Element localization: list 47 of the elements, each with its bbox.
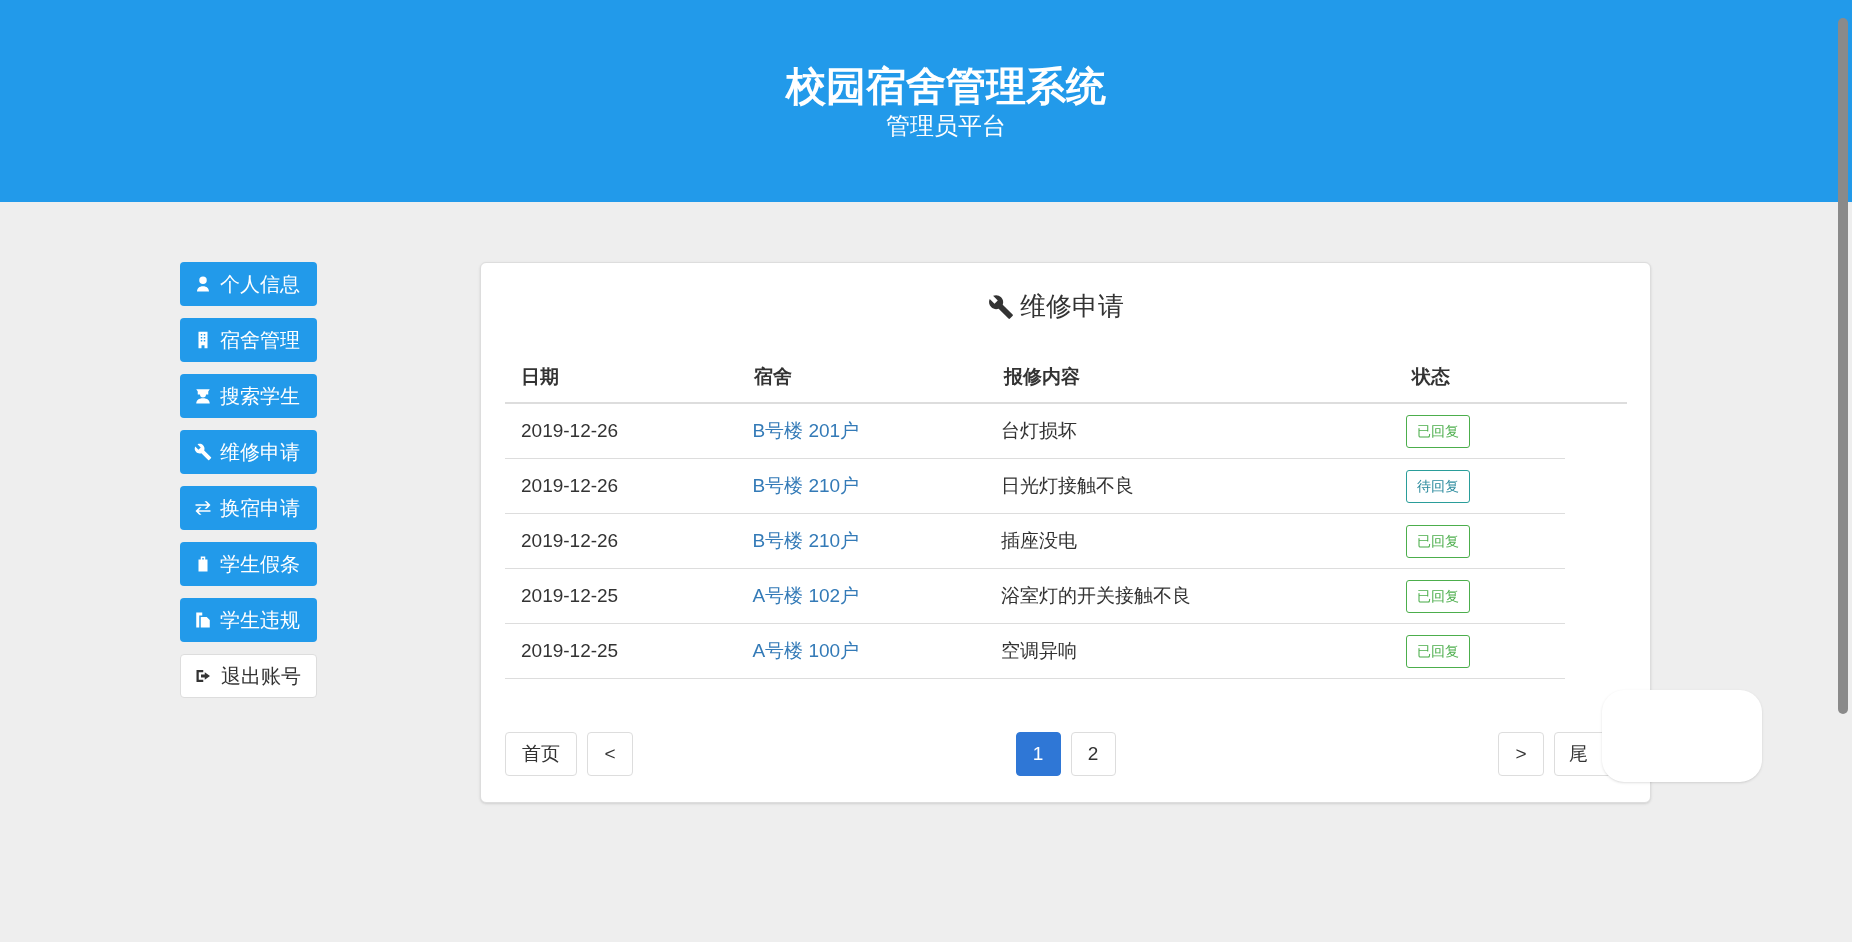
status-badge: 待回复 [1406,469,1471,503]
column-header: 日期 [521,365,559,387]
dorm-link[interactable]: B号楼 210户 [752,529,860,551]
dorm-link[interactable]: A号楼 102户 [752,584,860,606]
previous-page-button[interactable]: < [587,732,633,776]
sidebar-button[interactable]: 退出账号 [180,654,317,698]
date-cell: 2019-12-26 [521,474,619,496]
content-cell: 插座没电 [1000,529,1077,551]
first-page-button[interactable]: 首页 [505,732,577,776]
graduate-icon [194,387,212,405]
content-cell: 台灯损坏 [1000,419,1077,441]
status-badge: 已回复 [1406,579,1471,613]
scrollbar[interactable] [1838,18,1848,714]
content-cell: 空调异响 [1000,639,1077,661]
column-header: 状态 [1412,365,1450,387]
sidebar-button[interactable]: 个人信息 [180,262,317,306]
status-badge: 已回复 [1406,634,1471,668]
date-cell: 2019-12-26 [521,529,619,551]
content-cell: 浴室灯的开关接触不良 [1000,584,1191,606]
column-header: 宿舍 [754,365,792,387]
sidebar-button[interactable]: 宿舍管理 [180,318,317,362]
date-cell: 2019-12-25 [521,584,619,606]
files-icon [194,611,212,629]
panel-title: 维修申请 [1019,290,1124,323]
date-cell: 2019-12-26 [521,419,619,441]
site-title: 校园宿舍管理系统 [786,63,1106,110]
dorm-link[interactable]: A号楼 100户 [752,639,860,661]
next-page-button[interactable]: > [1498,732,1544,776]
sidebar-button[interactable]: 维修申请 [180,430,317,474]
user-icon [194,275,212,293]
site-subtitle: 管理员平台 [886,111,1006,141]
sidebar-button[interactable]: 换宿申请 [180,486,317,530]
sidebar-button[interactable]: 搜索学生 [180,374,317,418]
sidebar-button[interactable]: 学生违规 [180,598,317,642]
page-button[interactable]: 1 [1015,732,1061,776]
wrench-icon [987,293,1014,320]
content-cell: 日光灯接触不良 [1000,474,1134,496]
dorm-link[interactable]: B号楼 201户 [752,419,860,441]
wrench-icon [194,443,212,461]
date-cell: 2019-12-25 [521,639,619,661]
status-badge: 已回复 [1406,524,1471,558]
sidebar-button[interactable]: 学生假条 [180,542,317,586]
dorm-link[interactable]: B号楼 210户 [752,474,860,496]
status-badge: 已回复 [1406,414,1471,448]
column-header: 报修内容 [1004,365,1080,387]
swap-arrows-icon [194,499,212,517]
page-button[interactable]: 2 [1070,732,1116,776]
